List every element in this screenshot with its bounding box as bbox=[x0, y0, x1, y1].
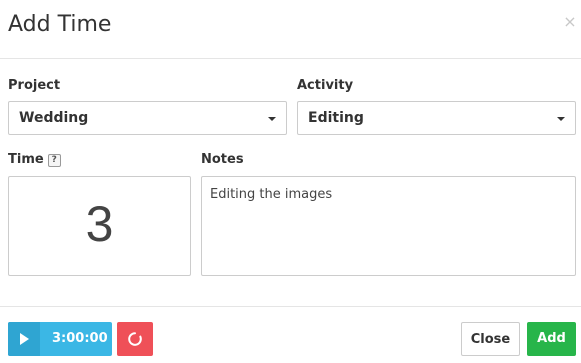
reset-button[interactable] bbox=[117, 322, 153, 356]
timer-button[interactable]: 3:00:00 bbox=[8, 322, 112, 356]
notes-label: Notes bbox=[201, 152, 244, 167]
chevron-down-icon bbox=[268, 117, 276, 121]
time-input[interactable]: 3 bbox=[8, 176, 191, 276]
play-button[interactable] bbox=[8, 322, 40, 356]
time-label: Time? bbox=[8, 152, 61, 167]
timer-value: 3:00:00 bbox=[52, 331, 108, 346]
refresh-icon bbox=[128, 332, 142, 346]
activity-select[interactable]: Editing bbox=[297, 101, 576, 135]
chevron-down-icon bbox=[557, 117, 565, 121]
add-button[interactable]: Add bbox=[527, 322, 576, 356]
activity-select-value: Editing bbox=[308, 110, 364, 126]
time-value: 3 bbox=[85, 196, 114, 252]
play-icon bbox=[20, 333, 29, 345]
close-button[interactable]: Close bbox=[461, 322, 520, 356]
activity-label: Activity bbox=[297, 78, 354, 93]
notes-textarea[interactable]: Editing the images bbox=[201, 176, 576, 276]
close-icon[interactable]: × bbox=[563, 12, 577, 31]
time-label-text: Time bbox=[8, 152, 44, 167]
project-label: Project bbox=[8, 78, 61, 93]
project-select[interactable]: Wedding bbox=[8, 101, 287, 135]
notes-text: Editing the images bbox=[210, 187, 333, 202]
footer-divider bbox=[0, 306, 581, 307]
project-select-value: Wedding bbox=[19, 110, 89, 126]
add-time-modal: Add Time × Project Wedding Activity Edit… bbox=[0, 0, 581, 363]
help-icon[interactable]: ? bbox=[47, 154, 61, 167]
add-button-label: Add bbox=[537, 331, 566, 346]
modal-header: Add Time × bbox=[0, 0, 581, 59]
modal-title: Add Time bbox=[8, 12, 112, 37]
close-button-label: Close bbox=[470, 332, 511, 347]
